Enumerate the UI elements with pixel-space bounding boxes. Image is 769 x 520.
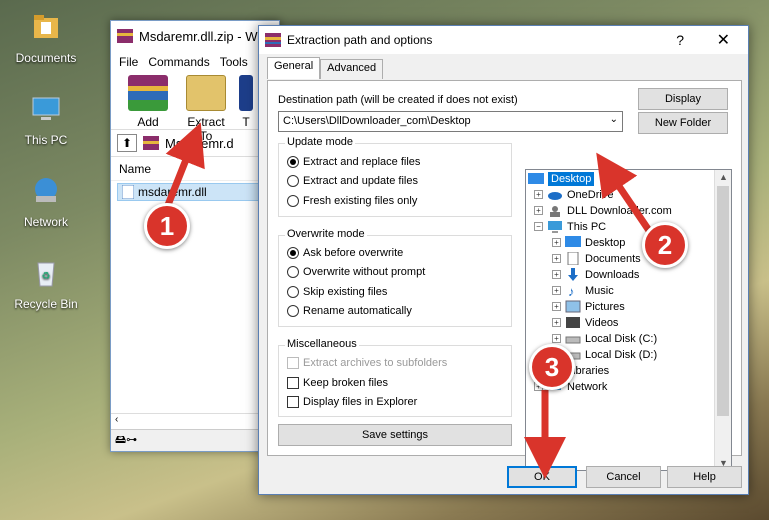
arrow-2 (596, 152, 653, 234)
step-badge-1: 1 (144, 203, 190, 249)
arrow-1 (162, 122, 205, 212)
step-badge-2: 2 (642, 222, 688, 268)
step-badge-3: 3 (529, 344, 575, 390)
